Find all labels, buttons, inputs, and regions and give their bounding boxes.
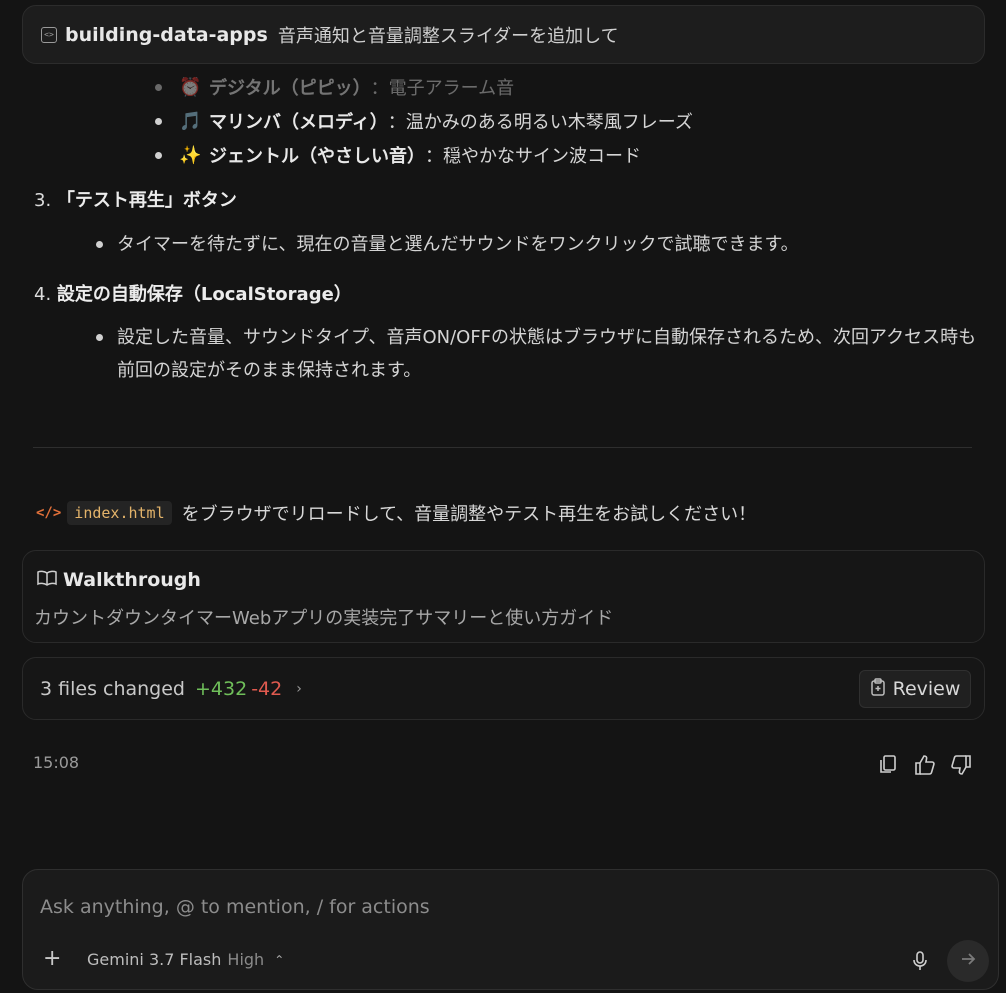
header-message: 音声通知と音量調整スライダーを追加して (277, 25, 619, 47)
repo-name: building-data-apps (65, 23, 268, 46)
list-item: 🎵 マリンバ（メロディ） ：温かみのある明るい木琴風フレーズ (155, 104, 693, 138)
bullet-dot (96, 241, 103, 248)
sparkles-icon: ✨ (179, 144, 202, 166)
sound-desc: ：穏やかなサイン波コード (425, 146, 641, 167)
chevron-up-icon: ⌃ (274, 952, 285, 967)
section-number: 4. (34, 284, 52, 305)
bullet-dot (96, 334, 103, 341)
lines-removed: -42 (251, 677, 283, 700)
model-name: Gemini 3.7 Flash (87, 950, 222, 969)
musical-note-icon: 🎵 (179, 110, 202, 132)
walkthrough-title: Walkthrough (37, 569, 201, 591)
microphone-icon[interactable] (911, 950, 929, 970)
clipboard-icon (870, 678, 886, 700)
section-heading: 「テスト再生」ボタン (56, 190, 237, 211)
section-number: 3. (34, 190, 52, 211)
review-label: Review (892, 678, 961, 700)
reload-instruction: </> index.html をブラウザでリロードして、音量調整やテスト再生をお… (36, 500, 756, 526)
sound-desc: ：温かみのある明るい木琴風フレーズ (387, 112, 693, 133)
files-changed-label: 3 files changed (40, 677, 185, 700)
sound-name: デジタル（ピピッ） (209, 78, 371, 99)
lines-added: +432 (195, 677, 248, 700)
review-button[interactable]: Review (859, 670, 971, 708)
bullet-text: タイマーを待たずに、現在の音量と選んだサウンドをワンクリックで試聴できます。 (117, 234, 799, 255)
chat-header[interactable]: <> building-data-apps 音声通知と音量調整スライダーを追加し… (22, 5, 985, 64)
walkthrough-card[interactable]: Walkthrough カウントダウンタイマーWebアプリの実装完了サマリーと使… (22, 550, 985, 643)
bullet-text: 前回の設定がそのまま保持されます。 (117, 360, 422, 381)
chat-input[interactable] (40, 896, 960, 918)
add-context-button[interactable]: + (43, 946, 61, 971)
code-icon: </> (36, 505, 62, 521)
bullet-text: 設定した音量、サウンドタイプ、音声ON/OFFの状態はブラウザに自動保存されるた… (117, 327, 977, 348)
message-timestamp: 15:08 (33, 753, 80, 772)
walkthrough-title-text: Walkthrough (63, 569, 201, 591)
walkthrough-desc: カウントダウンタイマーWebアプリの実装完了サマリーと使い方ガイド (34, 608, 614, 629)
section-title: 3. 「テスト再生」ボタン (34, 186, 237, 212)
book-icon (37, 570, 57, 590)
bullet-dot (155, 83, 162, 91)
chevron-right-icon[interactable]: › (296, 681, 302, 697)
thumbs-down-icon[interactable] (949, 753, 973, 777)
sound-name: ジェントル（やさしい音） (209, 146, 425, 167)
bullet-dot (155, 151, 162, 159)
file-chip[interactable]: index.html (67, 501, 172, 525)
sound-name: マリンバ（メロディ） (209, 112, 388, 133)
divider (33, 447, 972, 448)
list-item: ⏰ デジタル（ピピッ） ：電子アラーム音 (155, 70, 693, 104)
files-changed-card[interactable]: 3 files changed +432 -42 › Review (22, 657, 985, 720)
thumbs-up-icon[interactable] (913, 753, 937, 777)
copy-icon[interactable] (877, 753, 901, 777)
list-item: 設定した音量、サウンドタイプ、音声ON/OFFの状態はブラウザに自動保存されるた… (96, 321, 976, 387)
code-file-icon: <> (41, 26, 57, 43)
arrow-right-icon (959, 950, 977, 973)
sound-desc: ：電子アラーム音 (370, 78, 515, 99)
alarm-clock-icon: ⏰ (179, 76, 202, 98)
reload-text: をブラウザでリロードして、音量調整やテスト再生をお試しください！ (181, 504, 757, 525)
section-heading: 設定の自動保存（LocalStorage） (56, 284, 352, 305)
model-level: High (227, 950, 265, 969)
send-button[interactable] (947, 940, 989, 982)
model-selector[interactable]: Gemini 3.7 Flash High ⌃ (87, 950, 284, 969)
section-title: 4. 設定の自動保存（LocalStorage） (34, 280, 352, 306)
bullet-dot (155, 117, 162, 125)
list-item: タイマーを待たずに、現在の音量と選んだサウンドをワンクリックで試聴できます。 (96, 228, 799, 261)
list-item: ✨ ジェントル（やさしい音） ：穏やかなサイン波コード (155, 138, 693, 172)
composer: + Gemini 3.7 Flash High ⌃ (22, 869, 999, 990)
sound-type-list: ⏰ デジタル（ピピッ） ：電子アラーム音 🎵 マリンバ（メロディ） ：温かみのあ… (155, 70, 693, 172)
